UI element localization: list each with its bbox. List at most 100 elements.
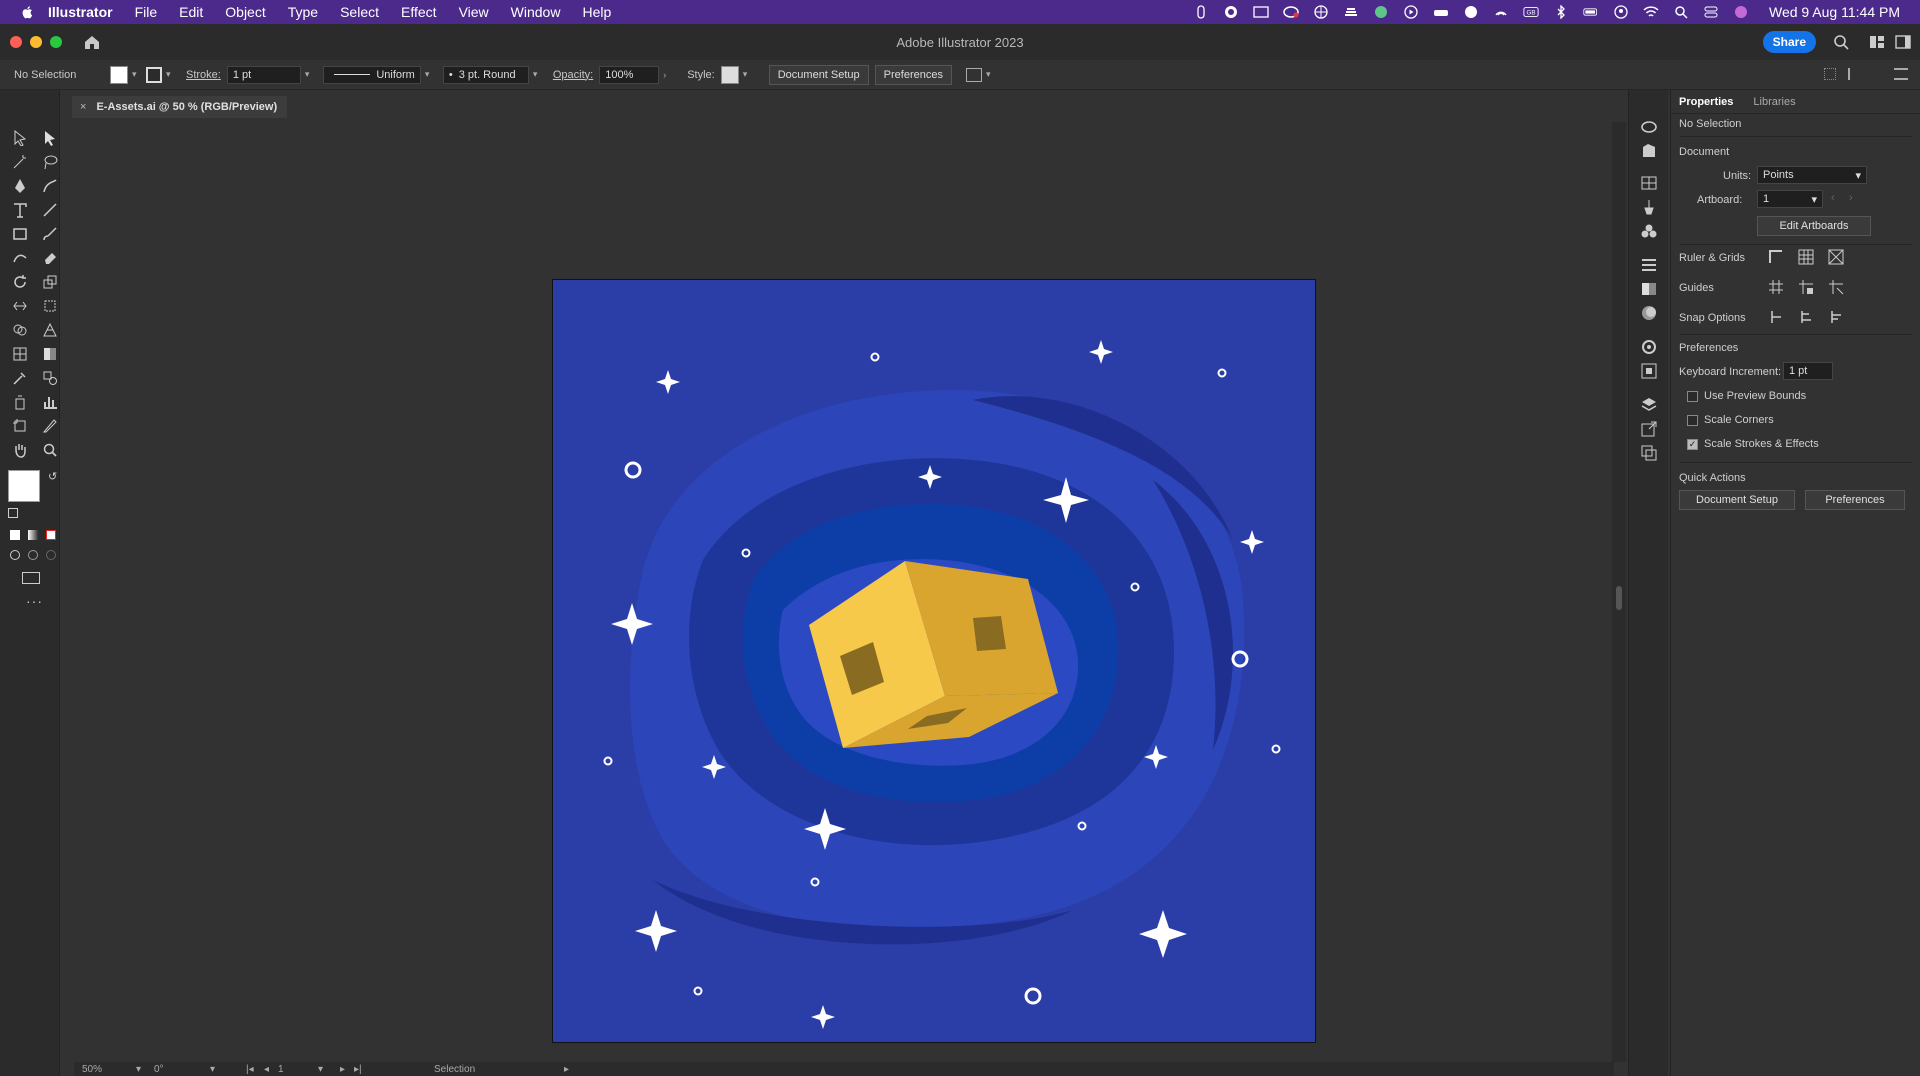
variable-width-profile[interactable]: Uniform [322,65,421,84]
control-center-icon[interactable] [1703,5,1719,19]
close-window-button[interactable] [10,36,22,48]
opacity-label[interactable]: Opacity: [553,69,593,81]
units-select[interactable]: Points ▾ [1757,166,1867,184]
transparency-panel-icon[interactable] [1640,304,1658,322]
next-artboard-icon[interactable]: ▸ [340,1064,354,1075]
curvature-tool-icon[interactable] [40,176,60,196]
siri-icon[interactable] [1733,5,1749,19]
zoom-window-button[interactable] [50,36,62,48]
transparency-grid-icon[interactable] [1827,248,1845,266]
status-menu-icon[interactable]: ▸ [564,1064,569,1075]
menu-file[interactable]: File [135,4,158,20]
stroke-panel-icon[interactable] [1640,256,1658,274]
artboards-panel-icon[interactable] [1640,444,1658,462]
brush-definition[interactable]: • 3 pt. Round [442,65,529,84]
control-bar-menu-icon[interactable] [1894,68,1908,80]
pen-tool-icon[interactable] [10,176,30,196]
artboard-select[interactable]: 1 ▾ [1757,190,1823,208]
artboard-number[interactable]: 1 [278,1064,318,1075]
snap-to-pixel-icon[interactable] [1797,308,1815,326]
battery-tray-icon[interactable] [1583,5,1599,19]
wifi-tray-icon[interactable] [1643,5,1659,19]
shaper-tool-icon[interactable] [10,248,30,268]
globe-tray-icon[interactable] [1313,5,1329,19]
align-to-icon[interactable] [1824,68,1836,80]
menubar-clock[interactable]: Wed 9 Aug 11:44 PM [1769,4,1900,20]
close-document-icon[interactable]: × [80,101,86,113]
checkbox-box[interactable] [1687,414,1698,426]
edit-artboards-button[interactable]: Edit Artboards [1757,216,1871,236]
bluetooth-tray-icon[interactable] [1553,5,1569,19]
magic-wand-tool-icon[interactable] [10,152,30,172]
last-artboard-icon[interactable]: ▸| [354,1064,434,1075]
hand-tool-icon[interactable] [10,440,30,460]
chat-tray-icon[interactable] [1373,5,1389,19]
snap-to-point-icon[interactable] [1767,308,1785,326]
lock-guides-icon[interactable] [1797,278,1815,296]
home-icon[interactable] [82,32,102,52]
search-icon[interactable] [1832,33,1850,51]
shape-builder-tool-icon[interactable] [10,320,30,340]
color-mode-icon[interactable] [10,530,20,540]
menu-view[interactable]: View [459,4,489,20]
free-transform-tool-icon[interactable] [40,296,60,316]
rulers-icon[interactable] [1767,248,1785,266]
paintbrush-tool-icon[interactable] [40,224,60,244]
figma-tray-icon[interactable] [1193,5,1209,19]
snap-to-glyph-icon[interactable] [1827,308,1845,326]
app-name-menu[interactable]: Illustrator [48,4,113,20]
preferences-button[interactable]: Preferences [874,64,952,85]
scale-corners-checkbox[interactable]: Scale Corners [1687,414,1774,426]
style-dropdown-icon[interactable]: ▾ [743,69,751,80]
keyboard-increment-field[interactable]: 1 pt [1783,362,1833,380]
zoom-level[interactable]: 50% [82,1064,136,1075]
airdrop-tray-icon[interactable] [1493,5,1509,19]
creative-cloud-libraries-icon[interactable] [1640,118,1658,136]
edit-toolbar-icon[interactable]: ··· [26,593,43,609]
gradient-panel-icon[interactable] [1640,280,1658,298]
smart-guides-icon[interactable] [1827,278,1845,296]
checkbox-box[interactable] [1687,390,1698,402]
arrange-documents-icon[interactable] [965,67,982,82]
gradient-tool-icon[interactable] [40,344,60,364]
opacity-chevron-icon[interactable]: › [663,70,671,80]
fill-color-swatch[interactable] [8,470,40,502]
align-icon[interactable] [1848,68,1862,80]
symbols-panel-icon[interactable] [1640,222,1658,240]
show-guides-icon[interactable] [1767,278,1785,296]
stroke-swatch[interactable] [146,66,162,83]
blend-tool-icon[interactable] [40,368,60,388]
scale-tool-icon[interactable] [40,272,60,292]
zoom-dropdown-icon[interactable]: ▾ [136,1064,154,1075]
line-segment-tool-icon[interactable] [40,200,60,220]
spotlight-search-icon[interactable] [1673,5,1689,19]
default-colors-icon[interactable] [8,508,18,518]
profile-dropdown-icon[interactable]: ▾ [425,69,433,80]
document-tab[interactable]: × E-Assets.ai @ 50 % (RGB/Preview) [72,96,288,118]
workspace-switcher-icon[interactable] [1868,33,1886,51]
artboard[interactable] [552,279,1316,1043]
checkbox-box-checked[interactable]: ✓ [1687,438,1698,450]
scale-strokes-effects-checkbox[interactable]: ✓ Scale Strokes & Effects [1687,438,1819,450]
vertical-scrollbar[interactable] [1612,122,1626,1062]
type-tool-icon[interactable] [10,200,30,220]
minimize-window-button[interactable] [30,36,42,48]
panel-toggle-icon[interactable] [1894,33,1912,51]
screen-tray-icon[interactable] [1253,5,1269,19]
menu-help[interactable]: Help [582,4,611,20]
draw-behind-icon[interactable] [28,550,38,560]
brush-dropdown-icon[interactable]: ▾ [533,69,541,80]
graphic-style-swatch[interactable] [720,65,739,84]
menu-window[interactable]: Window [511,4,561,20]
column-graph-tool-icon[interactable] [40,392,60,412]
slice-tool-icon[interactable] [40,416,60,436]
user-tray-icon[interactable] [1613,5,1629,19]
next-artboard-arrow-icon[interactable]: › [1849,192,1853,204]
previous-artboard-icon[interactable]: ◂ [264,1064,278,1075]
fill-swatch[interactable] [110,65,128,84]
eyedropper-tool-icon[interactable] [10,368,30,388]
tab-libraries[interactable]: Libraries [1753,96,1795,108]
play-tray-icon[interactable] [1403,5,1419,19]
none-mode-icon[interactable] [46,530,56,540]
arrange-dropdown-icon[interactable]: ▾ [986,69,994,80]
